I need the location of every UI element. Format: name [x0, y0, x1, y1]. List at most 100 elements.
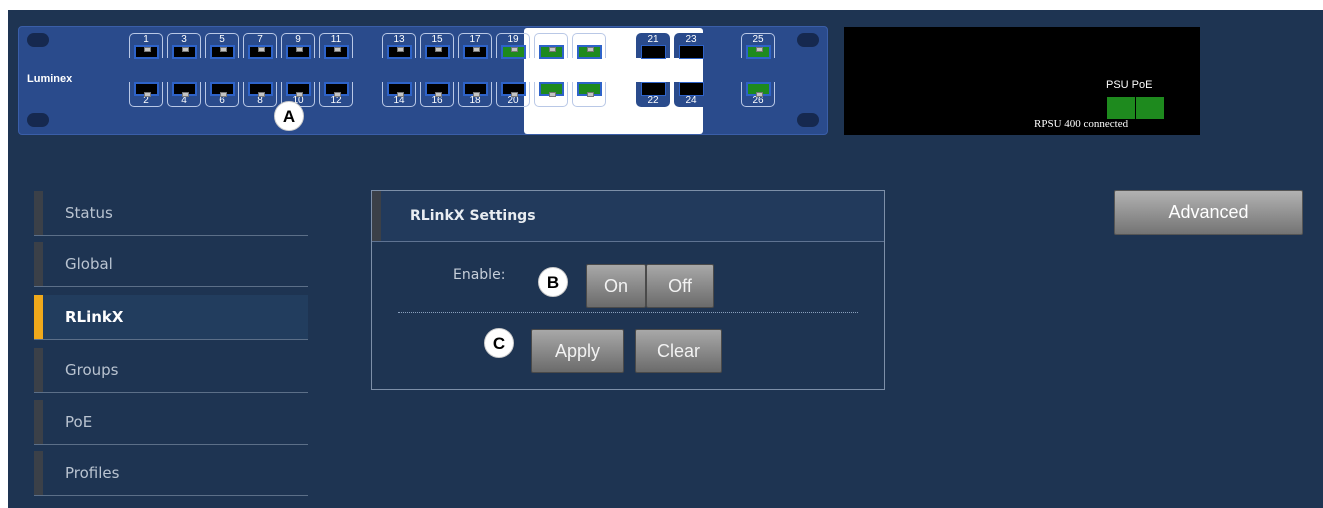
mount-hole-icon [27, 33, 49, 47]
psu-led-icon [1107, 97, 1135, 119]
switch-front-panel: Luminex 1 3 5 7 9 11 13 15 17 19 21 23 2 4 6 8 10 12 14 16 1… [18, 26, 828, 135]
port-number: 9 [295, 34, 301, 45]
port-13-top[interactable]: 13 [382, 33, 416, 59]
app-frame: Luminex 1 3 5 7 9 11 13 15 17 19 21 23 2 4 6 8 10 12 14 16 1… [8, 10, 1323, 508]
port-socket-icon [641, 82, 666, 96]
port-socket-icon [134, 45, 159, 59]
enable-label: Enable: [453, 267, 506, 283]
port-4-bottom[interactable]: 4 [167, 82, 201, 107]
sidebar-item-label: PoE [65, 413, 93, 431]
port-socket-icon [248, 45, 273, 59]
settings-header-bar [372, 191, 381, 241]
port-led-icon [296, 92, 303, 97]
port-socket-icon [210, 82, 235, 97]
sidebar-item-label: Groups [65, 361, 119, 379]
port-9-top[interactable]: 9 [281, 33, 315, 59]
port-led-icon [549, 92, 556, 97]
apply-button[interactable]: Apply [531, 329, 624, 373]
port-number: 3 [181, 34, 187, 45]
port-17-top[interactable]: 17 [458, 33, 492, 59]
sidebar-item-rlinkx[interactable]: RLinkX [34, 295, 308, 340]
port-number: 24 [685, 95, 697, 106]
port-14-bottom[interactable]: 14 [382, 82, 416, 107]
port-led-icon [258, 47, 265, 52]
port-led-icon [220, 47, 227, 52]
clear-button[interactable]: Clear [635, 329, 722, 373]
enable-on-button[interactable]: On [586, 264, 646, 308]
port-8-bottom[interactable]: 8 [243, 82, 277, 107]
port-number: 11 [330, 34, 342, 45]
advanced-button[interactable]: Advanced [1114, 190, 1303, 235]
sidebar-item-bar [34, 348, 43, 392]
port-led-icon [397, 92, 404, 97]
port-led-icon [296, 47, 303, 52]
port-6-bottom[interactable]: 6 [205, 82, 239, 107]
port-3-top[interactable]: 3 [167, 33, 201, 59]
settings-title: RLinkX Settings [410, 208, 536, 224]
port-number: 1 [143, 34, 149, 45]
port-15-top[interactable]: 15 [420, 33, 454, 59]
port-socket-icon [134, 82, 159, 97]
rlinkx-settings-panel: RLinkX Settings Enable: On Off Apply Cle… [371, 190, 885, 390]
port-2-bottom[interactable]: 2 [129, 82, 163, 107]
port-number: 23 [685, 34, 697, 45]
port-socket-icon [463, 45, 488, 59]
port-led-icon [182, 47, 189, 52]
port-led-icon [587, 92, 594, 97]
port-19-top[interactable]: 19 [496, 33, 530, 59]
port-socket-icon [746, 82, 771, 97]
port-22-bottom[interactable]: 22 [534, 82, 568, 107]
port-led-icon [334, 92, 341, 97]
port-number: 13 [393, 34, 405, 45]
sidebar-item-profiles[interactable]: Profiles [34, 451, 308, 496]
port-led-icon [511, 92, 518, 97]
port-led-icon [220, 92, 227, 97]
port-18-bottom[interactable]: 18 [458, 82, 492, 107]
port-25[interactable]: 25 [741, 33, 775, 59]
sidebar-item-bar [34, 400, 43, 444]
port-number: 25 [752, 34, 764, 45]
sidebar-item-bar [34, 242, 43, 286]
port-7-top[interactable]: 7 [243, 33, 277, 59]
port-12-bottom[interactable]: 12 [319, 82, 353, 107]
port-23-top[interactable]: 23 [572, 33, 606, 59]
sidebar-item-status[interactable]: Status [34, 191, 308, 236]
port-24-bottom[interactable]: 24 [572, 82, 606, 107]
sidebar-item-global[interactable]: Global [34, 242, 308, 287]
port-sfp-21[interactable]: 21 [636, 33, 670, 59]
port-led-icon [435, 47, 442, 52]
port-socket-icon [425, 45, 450, 59]
sidebar-item-label: RLinkX [65, 308, 124, 326]
port-11-top[interactable]: 11 [319, 33, 353, 59]
port-socket-icon [746, 45, 771, 59]
port-number: 15 [431, 34, 443, 45]
port-number: 21 [647, 34, 659, 45]
port-socket-icon [577, 82, 602, 97]
port-led-icon [144, 47, 151, 52]
port-21-top[interactable]: 21 [534, 33, 568, 59]
port-16-bottom[interactable]: 16 [420, 82, 454, 107]
port-socket-icon [286, 82, 311, 97]
sidebar-item-label: Global [65, 255, 113, 273]
port-socket-icon [324, 82, 349, 97]
port-number: 22 [647, 95, 659, 106]
port-socket-icon [172, 82, 197, 97]
mount-hole-icon [27, 113, 49, 127]
port-20-bottom[interactable]: 20 [496, 82, 530, 107]
port-sfp-23[interactable]: 23 [674, 33, 708, 59]
port-led-icon [182, 92, 189, 97]
port-1-top[interactable]: 1 [129, 33, 163, 59]
port-socket-icon [539, 45, 564, 59]
port-sfp-22[interactable]: 22 [636, 82, 670, 107]
mount-hole-icon [797, 113, 819, 127]
enable-off-button[interactable]: Off [646, 264, 714, 308]
sidebar-item-poe[interactable]: PoE [34, 400, 308, 445]
port-sfp-24[interactable]: 24 [674, 82, 708, 107]
sidebar-item-bar [34, 191, 43, 235]
brand-logo: Luminex [27, 73, 73, 85]
port-5-top[interactable]: 5 [205, 33, 239, 59]
sidebar-item-groups[interactable]: Groups [34, 348, 308, 393]
settings-divider [398, 312, 858, 313]
port-26[interactable]: 26 [741, 82, 775, 107]
port-socket-icon [210, 45, 235, 59]
